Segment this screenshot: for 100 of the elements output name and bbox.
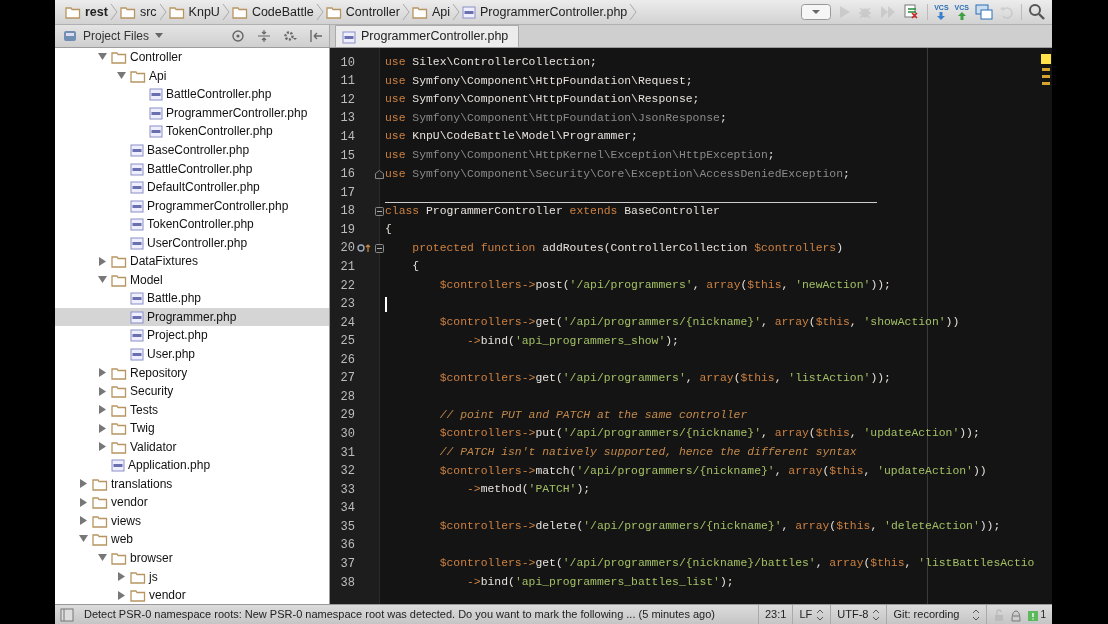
tree-item[interactable]: Programmer.php [147,307,237,326]
tree-item[interactable]: Twig [130,419,155,438]
panel-toggle-icon[interactable] [60,607,74,622]
tree-item[interactable]: Model [130,270,163,289]
warning-marker[interactable] [1042,75,1050,78]
line-number: 24 [339,314,355,332]
event-log-button[interactable]: 1 [1027,607,1046,622]
editor-tab[interactable]: ProgrammerController.php [335,25,520,47]
collapsed-arrow-icon[interactable] [117,590,126,600]
tree-item[interactable]: translations [111,474,173,493]
up-down-arrow-icon [816,608,825,621]
chevron-icon [221,3,230,21]
tree-item[interactable]: DefaultController.php [147,178,260,197]
code-line: use Silex\ControllerCollection; [385,55,597,71]
file-icon [130,180,144,195]
tree-item[interactable]: views [111,511,141,530]
tree-item[interactable]: web [111,530,133,549]
expanded-arrow-icon[interactable] [79,535,88,544]
warning-marker[interactable] [1042,68,1050,71]
code-line: $controllers->put('/api/programmers/{nickname}', array($this, 'updateAction')); [438,426,980,442]
code-line: $controllers->get('/api/programmers/{nickname}', array($this, 'showAction')) [438,315,960,331]
folder-icon [111,421,127,436]
tree-item[interactable]: js [149,567,158,586]
search-icon [1028,3,1046,21]
dropdown-caret-icon[interactable] [155,33,164,39]
hide-panel-icon[interactable] [309,29,323,43]
tree-item[interactable]: vendor [111,493,148,512]
file-icon [130,291,144,306]
code-line: use Symfony\Component\HttpKernel\Exception\HttpException; [385,148,775,164]
line-number: 12 [339,91,355,109]
tree-item[interactable]: ProgrammerController.php [147,196,289,215]
crosshair-icon[interactable] [231,29,245,43]
tree-item[interactable]: TokenController.php [147,215,254,234]
status-message[interactable]: Detect PSR-0 namespace roots: New PSR-0 namespace root was detected. Do you want to mark the following ... (5 minutes ago) [84,606,715,623]
breadcrumb-item[interactable]: KnpU [166,2,222,22]
collapse-icon[interactable] [257,29,271,43]
collapsed-arrow-icon[interactable] [98,368,107,378]
tree-item[interactable]: Validator [130,437,177,456]
tree-item[interactable]: BattleController.php [147,159,253,178]
collapsed-arrow-icon[interactable] [79,516,88,526]
tree-item[interactable]: DataFixtures [130,252,199,271]
folder-icon [130,68,146,83]
expanded-arrow-icon[interactable] [98,53,107,62]
chevron-icon [401,3,410,21]
tree-item[interactable]: BattleController.php [166,85,272,104]
compare-button[interactable] [975,3,993,21]
breadcrumb-item[interactable]: rest [63,2,110,22]
chevron-icon [315,3,324,21]
folder-icon [130,569,146,584]
tree-item[interactable]: Api [149,66,167,85]
collapsed-arrow-icon[interactable] [117,572,126,582]
folder-icon [65,5,81,19]
tree-item[interactable]: Battle.php [147,289,202,308]
breadcrumb-item[interactable]: src [117,2,159,22]
tree-item[interactable]: Controller [130,48,183,67]
collapsed-arrow-icon[interactable] [79,479,88,489]
tree-item[interactable]: Project.php [147,326,208,345]
chevron-icon [158,3,167,21]
tree-item[interactable]: Application.php [128,456,211,475]
tree-item[interactable]: browser [130,549,173,568]
expanded-arrow-icon[interactable] [98,275,107,284]
folder-icon [168,5,185,19]
up-down-arrow-icon [972,608,981,621]
expanded-arrow-icon[interactable] [98,554,107,563]
collapsed-arrow-icon[interactable] [98,386,107,396]
breadcrumb-item[interactable]: Api [409,2,452,22]
expanded-arrow-icon[interactable] [117,71,126,80]
breadcrumb-item[interactable]: CodeBattle [229,2,316,22]
file-icon [130,217,144,232]
tree-item[interactable]: Security [130,382,174,401]
fold-end-icon[interactable] [375,169,384,179]
fold-icon[interactable] [375,206,384,216]
search-button[interactable] [1028,3,1046,21]
collapsed-arrow-icon[interactable] [79,497,88,507]
tree-item[interactable]: User.php [147,345,196,363]
line-number: 30 [339,426,355,444]
vcs-branch-selector[interactable]: Git: recording [893,606,960,623]
fold-icon[interactable] [375,243,384,253]
encoding-selector[interactable]: UTF-8 [837,606,869,623]
collapsed-arrow-icon[interactable] [98,405,107,415]
tree-item[interactable]: Repository [130,363,188,382]
tree-item[interactable]: ProgrammerController.php [166,103,308,122]
tree-item[interactable]: Tests [130,400,158,419]
breadcrumb-item[interactable]: Controller [323,2,402,22]
tree-item[interactable]: TokenController.php [166,122,273,141]
tree-item[interactable]: vendor [149,586,186,604]
tree-item[interactable]: UserController.php [147,233,248,252]
line-separator-selector[interactable]: LF [799,606,813,623]
warning-marker[interactable] [1042,82,1050,85]
collapsed-arrow-icon[interactable] [98,256,107,266]
line-number: 21 [339,258,355,276]
tree-item[interactable]: BaseController.php [147,141,250,159]
breadcrumb-item[interactable]: ProgrammerController.php [460,2,630,22]
caret-position[interactable]: 23:1 [765,606,787,623]
collapsed-arrow-icon[interactable] [98,423,107,433]
line-number: 13 [339,110,355,128]
configuration-dropdown[interactable] [801,4,832,20]
collapsed-arrow-icon[interactable] [98,442,107,452]
panel-title[interactable]: Project Files [83,27,150,45]
file-icon [130,309,144,324]
